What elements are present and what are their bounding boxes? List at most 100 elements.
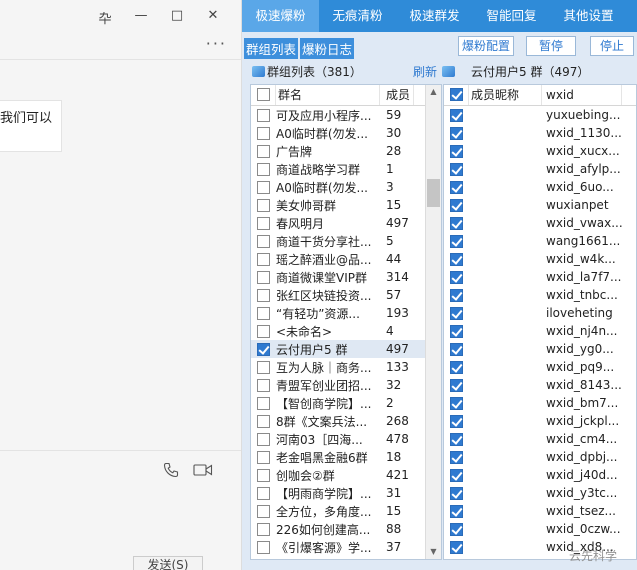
- member-checkbox[interactable]: [450, 216, 463, 230]
- member-row[interactable]: wxid_nj4n...: [444, 322, 636, 340]
- group-checkbox[interactable]: [257, 486, 270, 500]
- member-checkbox[interactable]: [450, 234, 463, 248]
- member-checkbox[interactable]: [450, 396, 463, 410]
- member-checkbox[interactable]: [450, 144, 463, 158]
- member-checkbox[interactable]: [450, 378, 463, 392]
- member-row[interactable]: yuxuebing...: [444, 106, 636, 124]
- tab-auto-reply[interactable]: 智能回复: [473, 0, 550, 32]
- member-checkbox[interactable]: [450, 252, 463, 266]
- group-checkbox[interactable]: [257, 324, 270, 338]
- member-checkbox[interactable]: [450, 468, 463, 482]
- group-row[interactable]: 互为人脉｜商务... 133: [251, 358, 441, 376]
- col-member-nick[interactable]: 成员昵称: [469, 85, 542, 105]
- group-checkbox[interactable]: [257, 540, 270, 554]
- group-row[interactable]: 【明雨商学院】... 31: [251, 484, 441, 502]
- close-icon[interactable]: ✕: [195, 8, 231, 27]
- subtab-group-list[interactable]: 群组列表: [244, 38, 299, 59]
- member-checkbox[interactable]: [450, 522, 463, 536]
- member-checkbox[interactable]: [450, 126, 463, 140]
- member-scrollbar[interactable]: [443, 85, 444, 559]
- scroll-down-icon[interactable]: ▼: [426, 545, 441, 559]
- phone-icon[interactable]: [163, 462, 179, 478]
- member-row[interactable]: wxid_6uo...: [444, 178, 636, 196]
- scroll-thumb[interactable]: [427, 179, 440, 207]
- group-checkbox[interactable]: [257, 360, 270, 374]
- group-row[interactable]: 瑶之醉酒业@品... 44: [251, 250, 441, 268]
- group-row[interactable]: A0临时群(勿发... 30: [251, 124, 441, 142]
- member-row[interactable]: wxid_la7f7...: [444, 268, 636, 286]
- tab-other-settings[interactable]: 其他设置: [550, 0, 627, 32]
- group-checkbox[interactable]: [257, 396, 270, 410]
- tab-clean-fans[interactable]: 无痕清粉: [319, 0, 396, 32]
- member-checkbox[interactable]: [450, 360, 463, 374]
- member-row[interactable]: wxid_tnbc...: [444, 286, 636, 304]
- group-row[interactable]: 8群《文案兵法... 268: [251, 412, 441, 430]
- member-checkbox[interactable]: [450, 432, 463, 446]
- group-checkbox[interactable]: [257, 378, 270, 392]
- pin-icon[interactable]: 卆: [87, 8, 123, 27]
- group-checkbox[interactable]: [257, 144, 270, 158]
- group-row[interactable]: 创咖会②群 421: [251, 466, 441, 484]
- member-row[interactable]: wxid_yg0...: [444, 340, 636, 358]
- video-icon[interactable]: [193, 462, 213, 478]
- group-row[interactable]: 可及应用小程序... 59: [251, 106, 441, 124]
- scroll-up-icon[interactable]: ▲: [426, 85, 441, 99]
- member-row[interactable]: wuxianpet: [444, 196, 636, 214]
- group-checkbox[interactable]: [257, 216, 270, 230]
- group-row[interactable]: 广告牌 28: [251, 142, 441, 160]
- member-row[interactable]: wxid_1130...: [444, 124, 636, 142]
- stop-button[interactable]: 停止: [590, 36, 634, 56]
- member-checkbox[interactable]: [450, 486, 463, 500]
- member-row[interactable]: wxid_tsez...: [444, 502, 636, 520]
- group-checkbox[interactable]: [257, 414, 270, 428]
- group-checkbox[interactable]: [257, 270, 270, 284]
- refresh-link[interactable]: 刷新: [413, 63, 437, 80]
- member-row[interactable]: wxid_bm7...: [444, 394, 636, 412]
- group-row[interactable]: <未命名> 4: [251, 322, 441, 340]
- group-row[interactable]: 云付用户5 群 497: [251, 340, 441, 358]
- member-checkbox[interactable]: [450, 108, 463, 122]
- member-row[interactable]: iloveheting: [444, 304, 636, 322]
- member-row[interactable]: wxid_0czw...: [444, 520, 636, 538]
- member-row[interactable]: wxid_jckpl...: [444, 412, 636, 430]
- member-row[interactable]: wxid_afylp...: [444, 160, 636, 178]
- group-checkbox[interactable]: [257, 198, 270, 212]
- minimize-icon[interactable]: —: [123, 8, 159, 27]
- group-checkbox[interactable]: [257, 126, 270, 140]
- group-row[interactable]: 《引爆客源》学... 37: [251, 538, 441, 556]
- member-checkbox[interactable]: [450, 324, 463, 338]
- group-checkbox[interactable]: [257, 252, 270, 266]
- member-checkbox[interactable]: [450, 504, 463, 518]
- subtab-fans-log[interactable]: 爆粉日志: [300, 38, 355, 59]
- config-button[interactable]: 爆粉配置: [458, 36, 514, 56]
- member-row[interactable]: wxid_xucx...: [444, 142, 636, 160]
- member-row[interactable]: wxid_dpbj...: [444, 448, 636, 466]
- group-checkbox[interactable]: [257, 522, 270, 536]
- group-row[interactable]: 美女帅哥群 15: [251, 196, 441, 214]
- group-row[interactable]: 商道战略学习群 1: [251, 160, 441, 178]
- send-button[interactable]: 发送(S): [133, 556, 203, 570]
- group-row[interactable]: 河南03［四海... 478: [251, 430, 441, 448]
- group-row[interactable]: 张红区块链投资... 57: [251, 286, 441, 304]
- member-checkbox[interactable]: [450, 450, 463, 464]
- member-checkbox[interactable]: [450, 342, 463, 356]
- more-icon[interactable]: ···: [206, 34, 227, 53]
- group-row[interactable]: “有轻功”资源... 193: [251, 304, 441, 322]
- group-checkbox[interactable]: [257, 306, 270, 320]
- group-checkbox[interactable]: [257, 162, 270, 176]
- member-row[interactable]: wxid_8143...: [444, 376, 636, 394]
- group-checkbox[interactable]: [257, 180, 270, 194]
- group-checkbox[interactable]: [257, 468, 270, 482]
- member-checkbox[interactable]: [450, 414, 463, 428]
- group-row[interactable]: A0临时群(勿发... 3: [251, 178, 441, 196]
- tab-mass-send[interactable]: 极速群发: [396, 0, 473, 32]
- group-row[interactable]: 青盟军创业团招... 32: [251, 376, 441, 394]
- select-all-groups-checkbox[interactable]: [257, 88, 270, 101]
- member-checkbox[interactable]: [450, 162, 463, 176]
- pause-button[interactable]: 暂停: [526, 36, 576, 56]
- group-checkbox[interactable]: [257, 108, 270, 122]
- maximize-icon[interactable]: □: [159, 8, 195, 27]
- member-checkbox[interactable]: [450, 270, 463, 284]
- group-row[interactable]: 【智创商学院】... 2: [251, 394, 441, 412]
- member-row[interactable]: wxid_j40d...: [444, 466, 636, 484]
